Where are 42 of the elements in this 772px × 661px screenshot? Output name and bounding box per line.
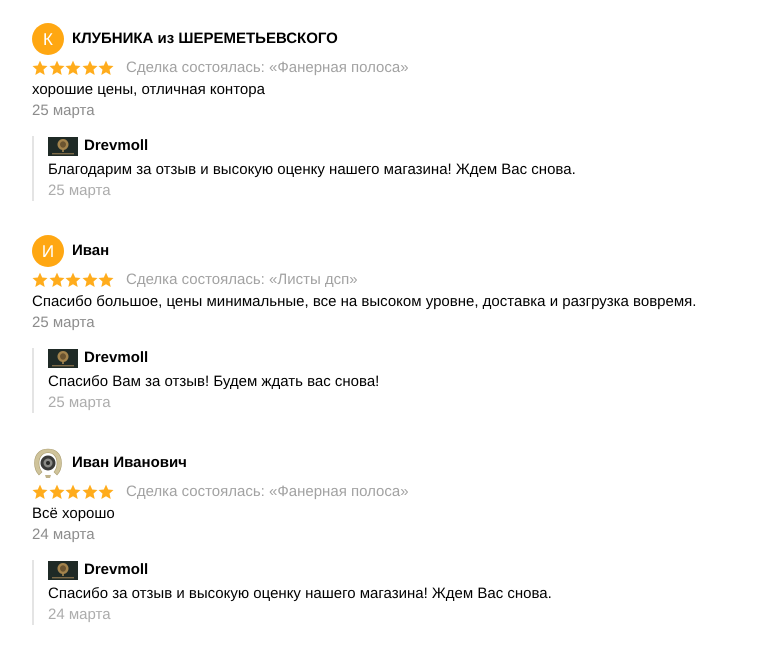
star-icon — [82, 484, 98, 500]
deal-info: Сделка состоялась: «Фанерная полоса» — [126, 58, 409, 78]
review-date: 24 марта — [32, 525, 95, 545]
review-date: 25 марта — [32, 313, 95, 333]
star-icon — [82, 60, 98, 76]
tree-logo-icon — [48, 560, 78, 580]
star-icon — [98, 484, 114, 500]
reviewer-name[interactable]: Иван Иванович — [72, 453, 187, 473]
review-text: хорошие цены, отличная контора — [32, 80, 265, 100]
avatar: К — [32, 23, 64, 55]
star-icon — [48, 60, 64, 76]
star-icon — [82, 272, 98, 288]
star-icon — [65, 60, 81, 76]
reply-date: 24 марта — [48, 605, 111, 625]
deal-info: Сделка состоялась: «Фанерная полоса» — [126, 482, 409, 502]
star-icon — [32, 60, 48, 76]
reply-text: Спасибо за отзыв и высокую оценку нашего магазина! Ждем Вас снова. — [48, 584, 552, 604]
star-icon — [48, 272, 64, 288]
star-icon — [65, 272, 81, 288]
star-icon — [98, 272, 114, 288]
avatar: И — [32, 235, 64, 267]
star-icon — [32, 484, 48, 500]
seller-name[interactable]: Drevmoll — [84, 136, 148, 156]
star-icon — [32, 272, 48, 288]
star-icon — [48, 484, 64, 500]
seller-name[interactable]: Drevmoll — [84, 348, 148, 368]
reply-date: 25 марта — [48, 393, 111, 413]
reviewer-name[interactable]: Иван — [72, 241, 110, 261]
reply-text: Благодарим за отзыв и высокую оценку нашего магазина! Ждем Вас снова. — [48, 160, 576, 180]
seller-name[interactable]: Drevmoll — [84, 560, 148, 580]
review-text: Спасибо большое, цены минимальные, все на высоком уровне, доставка и разгрузка вовремя. — [32, 292, 696, 312]
review-date: 25 марта — [32, 101, 95, 121]
star-icon — [98, 60, 114, 76]
tree-logo-icon — [48, 136, 78, 156]
reviewer-name[interactable]: КЛУБНИКА из ШЕРЕМЕТЬЕВСКОГО — [72, 29, 338, 49]
star-icon — [65, 484, 81, 500]
avatar-emblem-icon — [33, 447, 63, 479]
reply-date: 25 марта — [48, 181, 111, 201]
review-text: Всё хорошо — [32, 504, 115, 524]
deal-info: Сделка состоялась: «Листы дсп» — [126, 270, 358, 290]
reply-text: Спасибо Вам за отзыв! Будем ждать вас снова! — [48, 372, 380, 392]
tree-logo-icon — [48, 348, 78, 368]
